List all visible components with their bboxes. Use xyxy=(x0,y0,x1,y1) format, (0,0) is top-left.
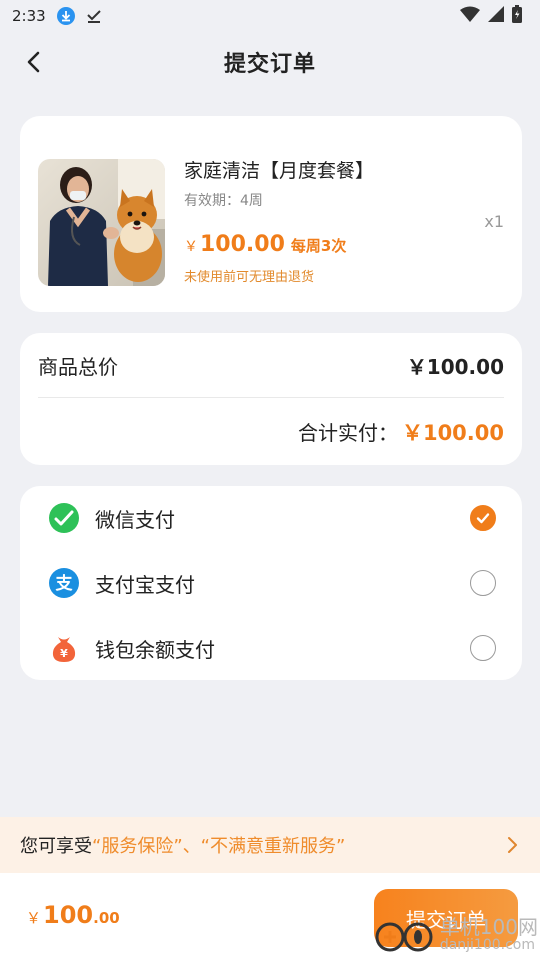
battery-icon xyxy=(512,5,522,27)
payment-option-alipay[interactable]: 支 支付宝支付 xyxy=(20,553,522,613)
wallet-icon: ¥ xyxy=(48,632,80,664)
status-bar: 2:33 xyxy=(0,0,540,32)
actual-pay-row: 合计实付： ￥100.00 xyxy=(298,417,504,447)
payment-label: 微信支付 xyxy=(95,507,175,532)
product-quantity: x1 xyxy=(484,212,504,231)
back-button[interactable] xyxy=(18,46,50,78)
svg-text:¥: ¥ xyxy=(60,647,68,660)
signal-icon xyxy=(488,6,504,26)
price-frequency: 每周3次 xyxy=(290,237,347,255)
bottom-price-decimal: .00 xyxy=(93,909,120,927)
radio-unchecked-icon[interactable] xyxy=(470,635,496,661)
svg-text:支: 支 xyxy=(56,573,74,594)
watermark-logo-icon xyxy=(375,922,433,952)
actual-pay-value: ￥100.00 xyxy=(401,421,504,445)
payment-methods-card: 微信支付 支 支付宝支付 ¥ 钱包余额支付 xyxy=(20,486,522,680)
goods-total-label: 商品总价 xyxy=(38,355,118,379)
insurance-banner[interactable]: 您可享受“服务保险”、“不满意重新服务” xyxy=(0,817,540,873)
watermark: 单机100网 danji100.com xyxy=(374,917,538,953)
download-done-icon xyxy=(84,6,104,26)
payment-option-wechat[interactable]: 微信支付 xyxy=(20,488,522,548)
actual-pay-label: 合计实付： xyxy=(297,421,398,445)
alipay-icon: 支 xyxy=(48,567,80,599)
product-name: 家庭清洁【月度套餐】 xyxy=(184,160,375,182)
divider xyxy=(38,397,504,398)
product-card[interactable]: 家庭清洁【月度套餐】 有效期：4周 x1 ￥ 100.00 每周3次 未使用前可… xyxy=(20,116,522,312)
product-validity: 有效期：4周 xyxy=(184,193,263,209)
payment-option-wallet[interactable]: ¥ 钱包余额支付 xyxy=(20,618,522,678)
goods-total-value: ￥100.00 xyxy=(406,355,504,379)
refund-note: 未使用前可无理由退货 xyxy=(184,270,315,285)
chevron-left-icon xyxy=(27,51,40,73)
insurance-text: 您可享受“服务保险”、“不满意重新服务” xyxy=(20,832,345,858)
bottom-total-price: ￥ 100 .00 xyxy=(26,901,120,929)
download-icon xyxy=(56,6,76,26)
wifi-icon xyxy=(460,6,480,26)
status-time: 2:33 xyxy=(12,7,46,25)
header: 提交订单 xyxy=(0,36,540,88)
radio-unchecked-icon[interactable] xyxy=(470,570,496,596)
radio-checked-icon[interactable] xyxy=(470,505,496,531)
product-price: ￥ 100.00 每周3次 xyxy=(184,232,346,257)
chevron-right-icon xyxy=(508,837,517,853)
insurance-highlight: “服务保险”、“不满意重新服务” xyxy=(92,836,346,857)
payment-label: 支付宝支付 xyxy=(95,572,195,597)
bottom-price-symbol: ￥ xyxy=(26,909,42,927)
payment-label: 钱包余额支付 xyxy=(95,637,215,662)
price-value: 100.00 xyxy=(200,232,285,257)
bottom-price-integer: 100 xyxy=(43,901,94,929)
page-title: 提交订单 xyxy=(223,52,316,77)
watermark-url: danji100.com xyxy=(439,937,536,954)
insurance-prefix: 您可享受 xyxy=(20,836,92,857)
watermark-text: 单机100网 xyxy=(439,915,538,940)
price-symbol: ￥ xyxy=(184,239,198,255)
totals-card: 商品总价 ￥100.00 合计实付： ￥100.00 xyxy=(20,333,522,465)
product-image xyxy=(38,159,165,286)
wechat-pay-icon xyxy=(48,502,80,534)
